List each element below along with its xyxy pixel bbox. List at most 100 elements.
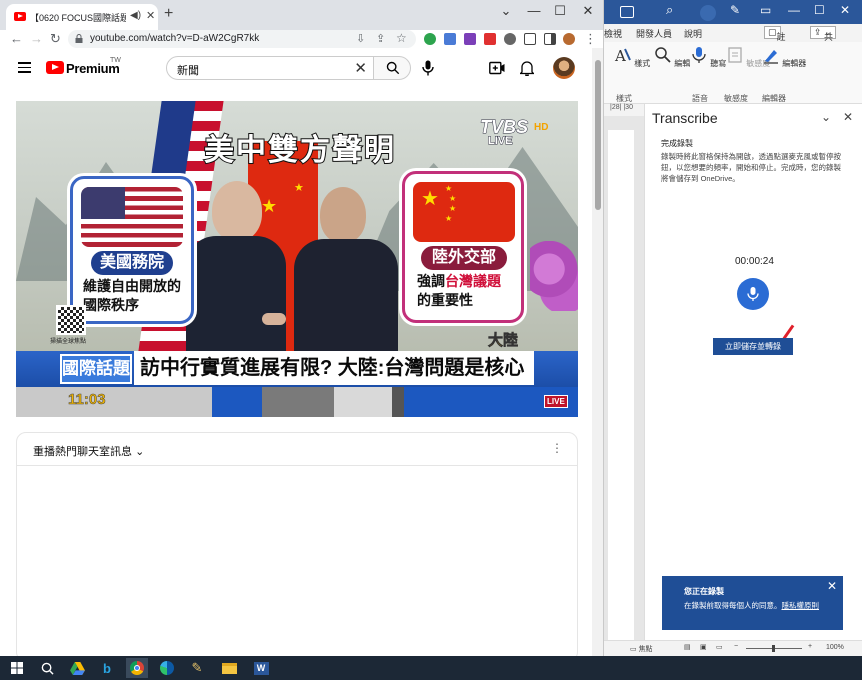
pen-icon[interactable]: ✎	[730, 3, 740, 17]
ruler: |28| |30	[610, 104, 633, 111]
video-player[interactable]: ★ ★ 美中雙方聲明 TVBS LIVE HD 美國務院 維護自由開放的 國際秩…	[16, 101, 578, 417]
evernote-extension-icon[interactable]	[424, 33, 436, 45]
dictate-button[interactable]: 聽寫	[690, 46, 726, 69]
more-options-icon[interactable]: ⋮	[551, 441, 563, 455]
recording-status: 完成錄製	[661, 139, 693, 148]
us-flag-icon	[81, 187, 183, 247]
editing-button[interactable]: 編輯	[654, 46, 690, 69]
youtube-logo-icon[interactable]	[46, 61, 64, 74]
google-drive-icon[interactable]	[66, 658, 88, 678]
word-window: ⌕ ✎ ▭ — ☐ ✕ 檢視 開發人員 說明 ▢ 註解 ⇪ 共用 ⌄ A 樣式 …	[604, 0, 862, 656]
tab-search-icon[interactable]: ⌄	[496, 3, 516, 19]
tab-developer[interactable]: 開發人員	[636, 27, 672, 40]
new-tab-button[interactable]: +	[164, 6, 173, 22]
window-icon	[620, 6, 634, 18]
styles-button[interactable]: A 樣式	[614, 46, 650, 69]
us-card-text-2: 國際秩序	[83, 297, 139, 313]
web-layout-icon[interactable]: ▭	[716, 643, 723, 651]
editing-label: 編輯	[674, 59, 691, 68]
onenote-extension-icon[interactable]	[464, 33, 476, 45]
search-icon[interactable]: ⌕	[666, 2, 673, 18]
tab-close-icon[interactable]: ✕	[146, 9, 155, 22]
start-windows-icon[interactable]	[6, 658, 28, 678]
browser-tab[interactable]: 【0620 FOCUS國際話題LIVE】 ◀) ✕	[6, 4, 158, 30]
document-page[interactable]	[608, 130, 634, 650]
chrome-taskbar-icon[interactable]	[126, 658, 148, 678]
zoom-out-icon[interactable]: −	[734, 643, 738, 650]
file-explorer-icon[interactable]	[218, 658, 240, 678]
bookmark-star-icon[interactable]: ☆	[396, 31, 407, 45]
taskbar-search-icon[interactable]	[36, 658, 58, 678]
forward-icon[interactable]: →	[30, 31, 43, 46]
translate-extension-icon[interactable]	[444, 33, 456, 45]
tab-title: 【0620 FOCUS國際話題LIVE】	[30, 13, 126, 23]
group-styles-label: 樣式	[616, 94, 632, 103]
zoom-in-icon[interactable]: +	[808, 643, 812, 650]
tab-help[interactable]: 說明	[684, 27, 702, 40]
share-button[interactable]: ⇪ 共用 ⌄	[810, 26, 836, 55]
tab-strip: 【0620 FOCUS國際話題LIVE】 ◀) ✕ + ⌄ — ☐ ✕	[0, 0, 603, 30]
install-icon[interactable]: ⇩	[356, 32, 365, 45]
close-button[interactable]: ✕	[840, 3, 850, 17]
comments-button[interactable]: ▢ 註解	[764, 26, 786, 55]
us-card-text-1: 維護自由開放的	[83, 278, 181, 294]
pen-app-icon[interactable]: ✎	[186, 658, 208, 678]
transcribe-pane: Transcribe ⌄ ✕ 完成錄製 錄製時將此窗格保持為開啟，透過點選麥克風…	[644, 104, 862, 640]
us-state-dept-card: 美國務院 維護自由開放的 國際秩序	[70, 176, 194, 324]
chevron-down-icon: ⌄	[135, 446, 145, 458]
corner-live-badge: LIVE	[544, 395, 568, 408]
side-panel-icon[interactable]	[544, 33, 556, 45]
cn-card-text-2: 的重要性	[417, 292, 473, 308]
profile-avatar-icon[interactable]	[563, 33, 575, 45]
cn-card-text-1: 強調台灣議題	[417, 272, 501, 291]
focus-mode-button[interactable]: ▭ 焦點	[630, 644, 653, 654]
editor-button[interactable]: 編輯器	[762, 46, 806, 69]
create-video-icon[interactable]	[489, 61, 505, 75]
read-mode-icon[interactable]: ▤	[684, 643, 691, 651]
pane-options-chevron-icon[interactable]: ⌄	[821, 110, 831, 124]
zoom-slider-thumb[interactable]	[772, 645, 775, 652]
flipboard-extension-icon[interactable]	[484, 33, 496, 45]
save-and-transcribe-button[interactable]: 立即儲存並轉錄	[713, 338, 793, 355]
reload-icon[interactable]: ↻	[50, 31, 61, 47]
edge-icon[interactable]	[156, 658, 178, 678]
bing-icon[interactable]: b	[96, 658, 118, 678]
reading-list-icon[interactable]	[524, 33, 536, 45]
account-avatar[interactable]	[553, 57, 575, 79]
search-button[interactable]	[373, 56, 411, 80]
document-area[interactable]	[604, 116, 644, 650]
close-notice-icon[interactable]: ✕	[827, 579, 837, 593]
maximize-button[interactable]: ☐	[814, 3, 825, 17]
ribbon-display-icon[interactable]: ▭	[760, 3, 771, 17]
tab-view[interactable]: 檢視	[604, 27, 622, 40]
user-avatar[interactable]	[700, 5, 716, 21]
page-scrollbar[interactable]	[592, 48, 603, 656]
search-input[interactable]: 新聞 ✕	[166, 56, 374, 80]
chrome-menu-icon[interactable]: ⋮	[584, 31, 597, 47]
print-layout-icon[interactable]: ▣	[700, 643, 707, 651]
word-taskbar-icon[interactable]: W	[250, 658, 272, 678]
chat-header[interactable]: 重播熱門聊天室訊息 ⌄	[33, 443, 144, 459]
scrollbar-thumb[interactable]	[595, 60, 601, 210]
audio-playing-icon[interactable]: ◀)	[130, 10, 141, 21]
close-window-button[interactable]: ✕	[578, 3, 598, 19]
extensions-puzzle-icon[interactable]	[504, 33, 516, 45]
menu-hamburger-icon[interactable]	[18, 62, 31, 73]
lock-icon	[75, 34, 83, 43]
privacy-link[interactable]: 隱私權原則	[782, 601, 820, 610]
maximize-button[interactable]: ☐	[550, 3, 570, 19]
voice-search-mic-icon[interactable]	[422, 60, 434, 76]
close-pane-icon[interactable]: ✕	[843, 110, 853, 124]
record-mic-button[interactable]	[737, 278, 769, 310]
back-icon[interactable]: ←	[10, 31, 23, 46]
clear-search-icon[interactable]: ✕	[354, 59, 367, 77]
cn-card-label: 陸外交部	[421, 246, 507, 270]
share-icon[interactable]: ⇪	[376, 32, 385, 45]
minimize-button[interactable]: —	[788, 3, 800, 17]
address-bar[interactable]: youtube.com/watch?v=D-aW2CgR7kk ⇩ ⇪ ☆	[68, 30, 416, 48]
cn-foreign-ministry-card: ★ ★ ★ ★ ★ 陸外交部 強調台灣議題 的重要性	[402, 171, 524, 323]
notifications-bell-icon[interactable]	[520, 60, 534, 76]
sensitivity-icon	[728, 47, 742, 63]
minimize-button[interactable]: —	[524, 3, 544, 18]
zoom-level[interactable]: 100%	[826, 644, 844, 651]
